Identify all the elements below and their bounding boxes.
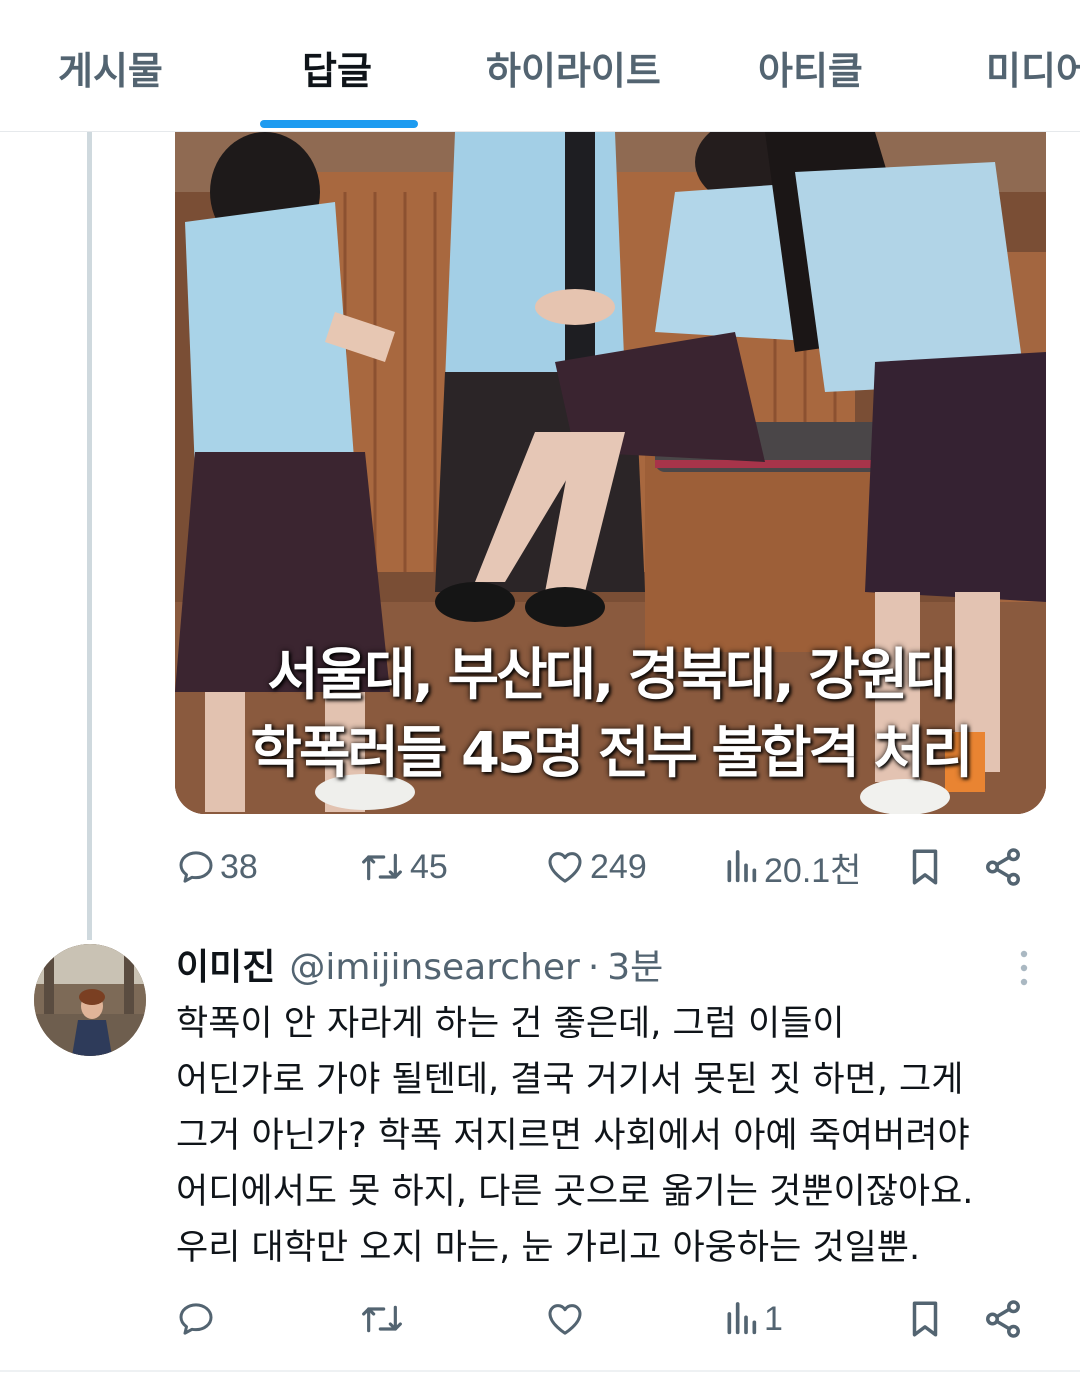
media-caption-line-1: 서울대, 부산대, 경북대, 강원대 xyxy=(267,643,957,708)
media-caption-line-2: 학폭러들 45명 전부 불합격 처리 xyxy=(250,721,973,786)
retweet-icon xyxy=(362,1305,402,1333)
bookmark-icon xyxy=(912,1301,938,1337)
views-bar-chart-icon xyxy=(727,850,757,883)
bookmark-action-2[interactable] xyxy=(906,1294,944,1344)
thread-connector-line xyxy=(87,132,92,940)
reply-action-2[interactable] xyxy=(176,1294,216,1344)
reply-action[interactable]: 38 xyxy=(176,842,258,892)
profile-tab-bar: 게시물 답글 하이라이트 아티클 미디어 xyxy=(0,0,1080,132)
share-action[interactable] xyxy=(982,842,1024,892)
reply-count: 38 xyxy=(220,847,258,886)
tweet-divider xyxy=(0,1370,1080,1372)
tab-replies[interactable]: 답글 xyxy=(302,40,372,100)
view-count: 1 xyxy=(764,1299,783,1338)
like-action[interactable]: 249 xyxy=(544,842,647,892)
reply-tweet-text: 학폭이 안 자라게 하는 건 좋은데, 그럼 이들이 어딘가로 가야 될텐데, … xyxy=(176,996,1056,1276)
retweet-action-2[interactable] xyxy=(358,1294,406,1344)
tweet-text-line: 학폭이 안 자라게 하는 건 좋은데, 그럼 이들이 xyxy=(176,1004,845,1044)
retweet-count: 45 xyxy=(410,847,448,886)
share-icon xyxy=(986,1300,1020,1338)
bookmark-action[interactable] xyxy=(906,842,944,892)
display-name[interactable]: 이미진 xyxy=(176,938,275,990)
avatar-photo xyxy=(34,944,146,1056)
share-action-2[interactable] xyxy=(982,1294,1024,1344)
user-avatar[interactable] xyxy=(34,944,146,1056)
views-action-2[interactable]: 1 xyxy=(722,1294,783,1344)
like-action-2[interactable] xyxy=(544,1294,586,1344)
user-handle[interactable]: @imijinsearcher xyxy=(289,947,579,988)
like-count: 249 xyxy=(590,847,647,886)
tweet-media-image[interactable]: 서울대, 부산대, 경북대, 강원대 학폭러들 45명 전부 불합격 처리 xyxy=(175,132,1046,814)
share-icon xyxy=(986,848,1020,886)
header-separator: · xyxy=(587,947,600,988)
reply-icon xyxy=(179,1303,213,1335)
view-count: 20.1천 xyxy=(764,851,862,890)
tab-articles[interactable]: 아티클 xyxy=(758,40,863,100)
tweet-replies-page: 게시물 답글 하이라이트 아티클 미디어 서울대, 부산대, 경북대, 강원대 … xyxy=(0,0,1080,1392)
more-options-icon[interactable] xyxy=(1012,948,1036,988)
reply-tweet-header: 이미진 @imijinsearcher · 3분 xyxy=(176,938,663,992)
tweet-timestamp[interactable]: 3분 xyxy=(607,938,663,990)
tweet-text-line: 그거 아닌가? 학폭 저지르면 사회에서 아예 죽여버려야 xyxy=(176,1116,970,1156)
heart-icon xyxy=(548,852,582,883)
reply-icon xyxy=(179,851,213,883)
bookmark-icon xyxy=(912,849,938,885)
tweet-text-line: 어디에서도 못 하지, 다른 곳으로 옮기는 것뿐이잖아요. xyxy=(176,1172,974,1212)
tab-posts[interactable]: 게시물 xyxy=(58,40,163,100)
retweet-action[interactable]: 45 xyxy=(358,842,448,892)
tab-highlights[interactable]: 하이라이트 xyxy=(486,40,661,100)
views-bar-chart-icon xyxy=(727,1302,757,1335)
active-tab-indicator xyxy=(260,120,418,128)
tweet-text-line: 우리 대학만 오지 마는, 눈 가리고 아웅하는 것일뿐. xyxy=(176,1228,921,1268)
retweet-icon xyxy=(362,853,402,881)
tweet-text-line: 어딘가로 가야 될텐데, 결국 거기서 못된 짓 하면, 그게 xyxy=(176,1060,964,1100)
tab-media[interactable]: 미디어 xyxy=(986,40,1080,100)
heart-icon xyxy=(548,1304,582,1335)
views-action[interactable]: 20.1천 xyxy=(722,842,861,892)
